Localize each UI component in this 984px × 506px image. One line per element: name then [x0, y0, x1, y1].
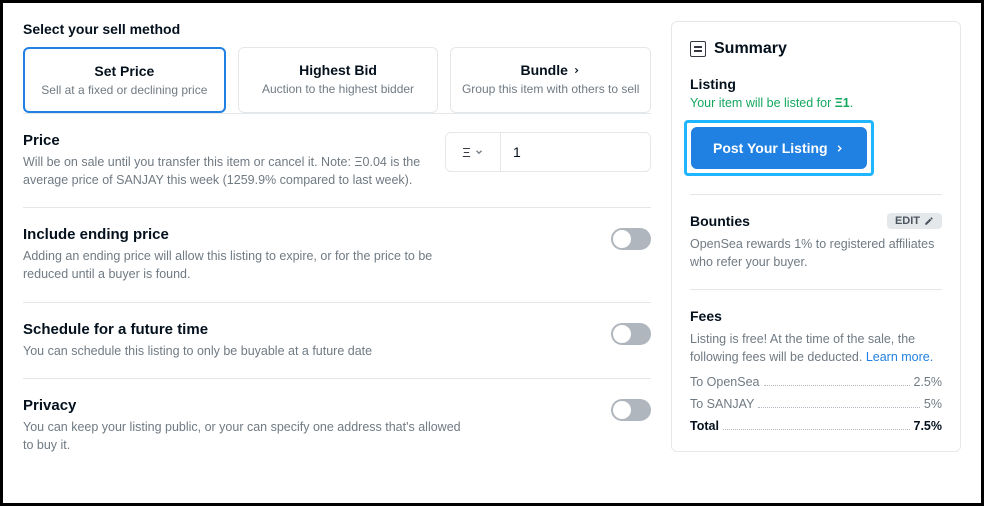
divider: [690, 194, 942, 195]
fee-value: 7.5%: [914, 419, 943, 433]
method-sub: Auction to the highest bidder: [249, 82, 428, 96]
post-listing-button[interactable]: Post Your Listing: [691, 127, 867, 169]
chevron-right-icon: [834, 143, 845, 154]
fee-dots: [764, 385, 910, 386]
method-set-price[interactable]: Set Price Sell at a fixed or declining p…: [23, 47, 226, 113]
privacy-section: Privacy You can keep your listing public…: [23, 378, 651, 472]
method-highest-bid[interactable]: Highest Bid Auction to the highest bidde…: [238, 47, 439, 113]
bounties-label: Bounties: [690, 213, 750, 229]
price-title: Price: [23, 132, 427, 149]
schedule-toggle[interactable]: [611, 323, 651, 345]
privacy-title: Privacy: [23, 397, 593, 414]
listing-prefix: Your item will be listed for: [690, 96, 835, 110]
ending-price-section: Include ending price Adding an ending pr…: [23, 207, 651, 301]
summary-header: Summary: [690, 40, 942, 58]
edit-label: EDIT: [895, 215, 920, 227]
sell-method-cards: Set Price Sell at a fixed or declining p…: [23, 47, 651, 113]
ending-price-desc: Adding an ending price will allow this l…: [23, 247, 463, 283]
bounties-desc: OpenSea rewards 1% to registered affilia…: [690, 235, 942, 271]
fee-value: 2.5%: [914, 375, 943, 389]
method-title: Bundle: [520, 62, 580, 78]
listing-label: Listing: [690, 76, 942, 92]
chevron-down-icon: [474, 147, 484, 157]
price-desc: Will be on sale until you transfer this …: [23, 153, 427, 189]
summary-icon: [690, 41, 706, 57]
method-sub: Group this item with others to sell: [461, 82, 640, 96]
summary-title: Summary: [714, 40, 787, 58]
price-input[interactable]: [501, 132, 651, 172]
ending-price-title: Include ending price: [23, 226, 593, 243]
pencil-icon: [924, 216, 934, 226]
method-sub: Sell at a fixed or declining price: [35, 83, 214, 97]
fee-row-opensea: To OpenSea 2.5%: [690, 375, 942, 389]
method-bundle[interactable]: Bundle Group this item with others to se…: [450, 47, 651, 113]
privacy-desc: You can keep your listing public, or you…: [23, 418, 463, 454]
fee-row-sanjay: To SANJAY 5%: [690, 397, 942, 411]
fee-label: To SANJAY: [690, 397, 754, 411]
currency-symbol: Ξ: [462, 145, 470, 160]
schedule-desc: You can schedule this listing to only be…: [23, 342, 463, 360]
fee-dots: [758, 407, 920, 408]
fee-value: 5%: [924, 397, 942, 411]
bounties-edit-button[interactable]: EDIT: [887, 213, 942, 229]
price-section: Price Will be on sale until you transfer…: [23, 113, 651, 207]
bundle-label: Bundle: [520, 62, 567, 78]
post-listing-highlight: Post Your Listing: [684, 120, 874, 176]
fee-label: Total: [690, 419, 719, 433]
method-title: Highest Bid: [249, 62, 428, 78]
schedule-title: Schedule for a future time: [23, 321, 593, 338]
method-title: Set Price: [35, 63, 214, 79]
chevron-right-icon: [572, 66, 581, 75]
listing-text: Your item will be listed for Ξ1.: [690, 96, 942, 110]
fee-label: To OpenSea: [690, 375, 760, 389]
ending-price-toggle[interactable]: [611, 228, 651, 250]
divider: [690, 289, 942, 290]
privacy-toggle[interactable]: [611, 399, 651, 421]
fees-label: Fees: [690, 308, 942, 324]
learn-more-link[interactable]: Learn more.: [866, 350, 933, 364]
fees-desc: Listing is free! At the time of the sale…: [690, 330, 942, 366]
currency-select[interactable]: Ξ: [445, 132, 501, 172]
schedule-section: Schedule for a future time You can sched…: [23, 302, 651, 378]
post-listing-label: Post Your Listing: [713, 140, 828, 156]
summary-panel: Summary Listing Your item will be listed…: [671, 21, 961, 452]
listing-value: Ξ1: [835, 96, 850, 110]
bounties-header: Bounties EDIT: [690, 213, 942, 229]
listing-suffix: .: [850, 96, 853, 110]
sell-method-heading: Select your sell method: [23, 21, 651, 37]
price-control: Ξ: [445, 132, 651, 172]
fee-dots: [723, 429, 910, 430]
fee-row-total: Total 7.5%: [690, 419, 942, 433]
